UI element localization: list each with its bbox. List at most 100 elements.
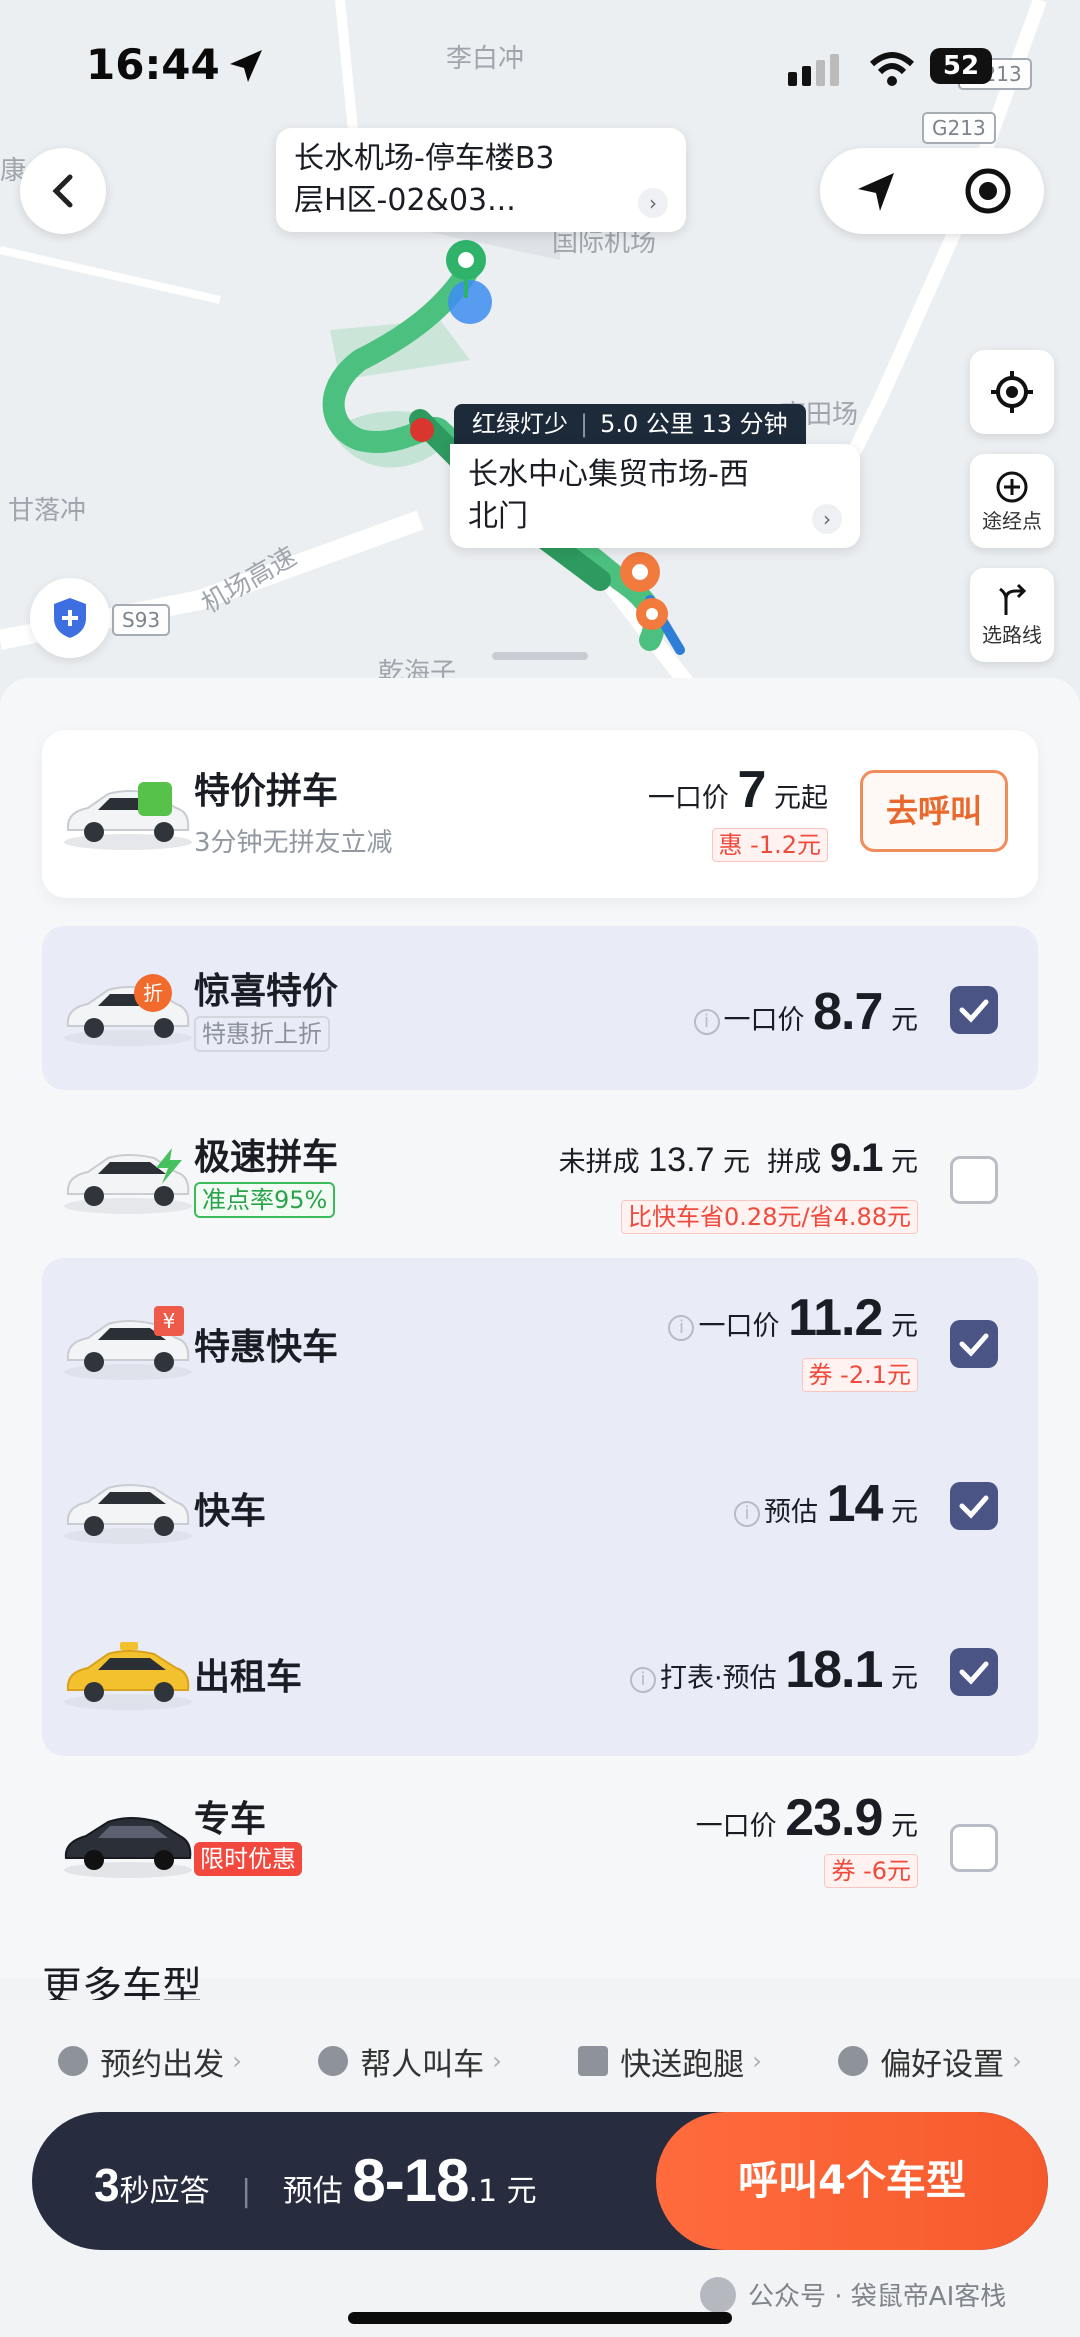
price-value: 18.1: [785, 1641, 883, 1699]
featured-subtitle: 3分钟无拼友立减: [194, 828, 393, 858]
estimate-range: 8-18: [352, 2147, 469, 2214]
discount-badge-icon: 折: [134, 974, 172, 1012]
price-unit: 元: [891, 1811, 918, 1842]
pickup-callout[interactable]: 长水机场-停车楼B3 层H区-02&03... ›: [276, 128, 686, 232]
checkmark-icon: [959, 1333, 989, 1357]
shortcut-label: 偏好设置: [880, 2046, 1005, 2083]
checkmark-icon: [959, 1661, 989, 1685]
ride-checkbox-checked[interactable]: [950, 1482, 998, 1530]
ride-checkbox-unchecked[interactable]: [950, 1156, 998, 1204]
pickup-line2: 层H区-02&03...: [294, 183, 516, 218]
schedule-ride-shortcut[interactable]: 预约出发 ›: [58, 2039, 242, 2084]
cellular-signal-icon: [788, 54, 839, 86]
chevron-right-icon: ›: [492, 2047, 502, 2075]
ride-checkbox-checked[interactable]: [950, 986, 998, 1034]
dropoff-pin-icon: [620, 552, 668, 630]
chevron-right-icon: ›: [638, 188, 668, 218]
estimate-summary: 3秒应答 | 预估 8-18.1 元: [94, 2112, 537, 2250]
ride-price: i 一口价 8.7 元: [693, 982, 918, 1042]
ride-title: 惊喜特价: [194, 971, 339, 1012]
price-prefix: 打表·预估: [660, 1663, 777, 1694]
price-prefix: 一口价: [695, 1811, 777, 1842]
navigation-button[interactable]: [820, 148, 932, 234]
chevron-right-icon: ›: [752, 2047, 762, 2075]
locate-me-button[interactable]: [970, 350, 1054, 434]
checkmark-icon: [959, 1495, 989, 1519]
bottom-call-bar: 3秒应答 | 预估 8-18.1 元 呼叫4个车型: [32, 2112, 1048, 2250]
car-white-icon: [64, 986, 192, 1046]
ride-checkbox-unchecked[interactable]: [950, 1824, 998, 1872]
price-value: 23.9: [785, 1789, 883, 1847]
home-indicator[interactable]: [348, 2312, 732, 2324]
featured-price-value: 7: [737, 761, 766, 819]
featured-price-suffix: 元起: [774, 783, 828, 814]
car-white-icon: [64, 1484, 192, 1544]
watermark: 公众号 · 袋鼠帝AI客栈: [700, 2276, 1006, 2313]
battery-icon: 52: [930, 48, 992, 84]
ride-checkbox-checked[interactable]: [950, 1648, 998, 1696]
clock-icon: [58, 2046, 89, 2076]
chevron-right-icon: ›: [1012, 2047, 1022, 2075]
dropoff-callout[interactable]: 长水中心集贸市场-西 北门 ›: [450, 444, 860, 548]
pickup-pin-icon: [446, 240, 492, 324]
delivery-shortcut[interactable]: 快送跑腿 ›: [578, 2039, 762, 2084]
car-black-icon: [64, 1817, 192, 1878]
back-button[interactable]: [20, 148, 106, 234]
record-button[interactable]: [932, 148, 1044, 234]
sheet-drag-handle[interactable]: [492, 652, 588, 660]
map-label-ganluochong: 甘落冲: [8, 496, 87, 526]
lightning-icon: [156, 1148, 182, 1184]
ride-option-express[interactable]: 快车 i 预估 14 元: [42, 1442, 1038, 1572]
ride-option-taxi[interactable]: 出租车 i 打表·预估 18.1 元: [42, 1608, 1038, 1738]
ride-checkbox-checked[interactable]: [950, 1320, 998, 1368]
route-select-label: 选路线: [982, 622, 1042, 647]
price-unit: 元: [891, 1497, 918, 1528]
ride-option-surprise[interactable]: 折 惊喜特价 特惠折上折 i 一口价 8.7 元: [42, 944, 1038, 1074]
call-for-others-shortcut[interactable]: 帮人叫车 ›: [318, 2039, 502, 2084]
unmatched-price: 13.7: [648, 1141, 715, 1179]
wechat-icon: [700, 2276, 736, 2313]
ride-title: 专车: [194, 1799, 267, 1840]
ride-option-discount-express[interactable]: ¥ 特惠快车 i 一口价 11.2 元 券 -2.1元: [42, 1276, 1038, 1416]
crosshair-icon: [991, 371, 1033, 413]
price-unit: 元: [723, 1147, 751, 1178]
watermark-text: 公众号 · 袋鼠帝AI客栈: [748, 2282, 1007, 2312]
ride-option-express-carpool[interactable]: 极速拼车 准点率95% 未拼成 13.7 元 拼成 9.1 元 比快车省0.28…: [42, 1110, 1038, 1250]
featured-carpool-card[interactable]: 特价拼车 3分钟无拼友立减 一口价 7 元起 惠 -1.2元 去呼叫: [42, 730, 1038, 898]
dropoff-line2: 北门: [468, 499, 528, 534]
featured-price: 一口价 7 元起: [648, 760, 828, 820]
price-prefix: 一口价: [698, 1311, 780, 1342]
add-waypoint-icon: [996, 471, 1028, 502]
route-info-bar: 红绿灯少 | 5.0 公里 13 分钟: [454, 404, 806, 444]
safety-shield-button[interactable]: [30, 578, 110, 658]
ride-price: 一口价 23.9 元: [696, 1788, 918, 1848]
ride-title: 极速拼车: [194, 1137, 339, 1178]
price-prefix: 一口价: [723, 1005, 805, 1036]
map-view[interactable]: 李白冲 甘落冲 机场高速 乾海子 国际机场 高田场 康 G213 G213 S9…: [0, 0, 1080, 700]
taxi-icon: [64, 1642, 192, 1710]
ride-option-premium[interactable]: 专车 限时优惠 一口价 23.9 元 券 -6元: [42, 1774, 1038, 1914]
info-icon[interactable]: i: [668, 1314, 695, 1341]
info-icon[interactable]: i: [630, 1666, 656, 1693]
checkmark-icon: [959, 999, 989, 1023]
shortcut-label: 预约出发: [100, 2046, 225, 2083]
price-value: 8.7: [813, 983, 883, 1041]
featured-price-prefix: 一口价: [647, 783, 729, 814]
preferences-shortcut[interactable]: 偏好设置 ›: [838, 2039, 1022, 2084]
ride-price: i 打表·预估 18.1 元: [630, 1640, 918, 1700]
status-time: 16:44: [86, 40, 220, 89]
route-select-button[interactable]: 选路线: [970, 568, 1054, 662]
ride-title: 特惠快车: [194, 1327, 339, 1368]
road-tag-s93: S93: [112, 604, 171, 636]
call-cars-button[interactable]: 呼叫4个车型: [656, 2112, 1048, 2250]
info-icon[interactable]: i: [733, 1500, 760, 1527]
person-icon: [318, 2046, 349, 2076]
info-icon[interactable]: i: [693, 1008, 720, 1035]
waypoint-button[interactable]: 途经点: [970, 454, 1054, 548]
chevron-right-icon: ›: [232, 2047, 242, 2075]
price-unit: 元: [891, 1663, 918, 1694]
response-text: 秒应答: [119, 2174, 210, 2209]
call-now-button[interactable]: 去呼叫: [860, 770, 1008, 852]
featured-discount: 惠 -1.2元: [711, 828, 828, 862]
navigation-arrow-icon: [858, 173, 894, 211]
